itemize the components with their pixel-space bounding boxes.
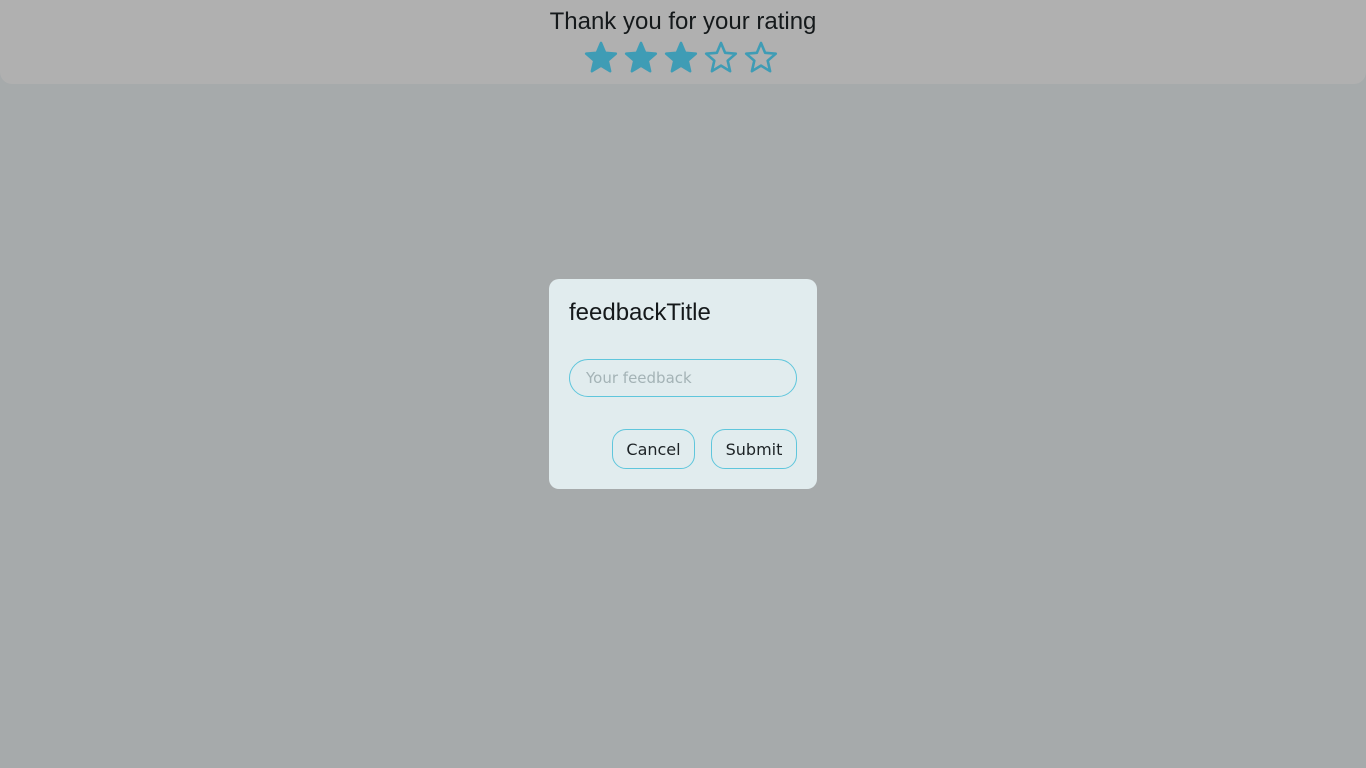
rating-bar: Thank you for your rating [0,0,1366,84]
cancel-button[interactable]: Cancel [612,429,695,469]
star-icon-1[interactable] [583,40,619,76]
submit-button[interactable]: Submit [711,429,797,469]
feedback-input[interactable] [569,359,797,397]
dialog-title: feedbackTitle [569,299,711,326]
rating-title: Thank you for your rating [549,8,817,35]
star-icon-5[interactable] [743,40,779,76]
star-icon-4[interactable] [703,40,739,76]
star-rating[interactable] [583,40,779,76]
star-icon-3[interactable] [663,40,699,76]
star-icon-2[interactable] [623,40,659,76]
feedback-dialog: feedbackTitle Cancel Submit [549,279,817,489]
